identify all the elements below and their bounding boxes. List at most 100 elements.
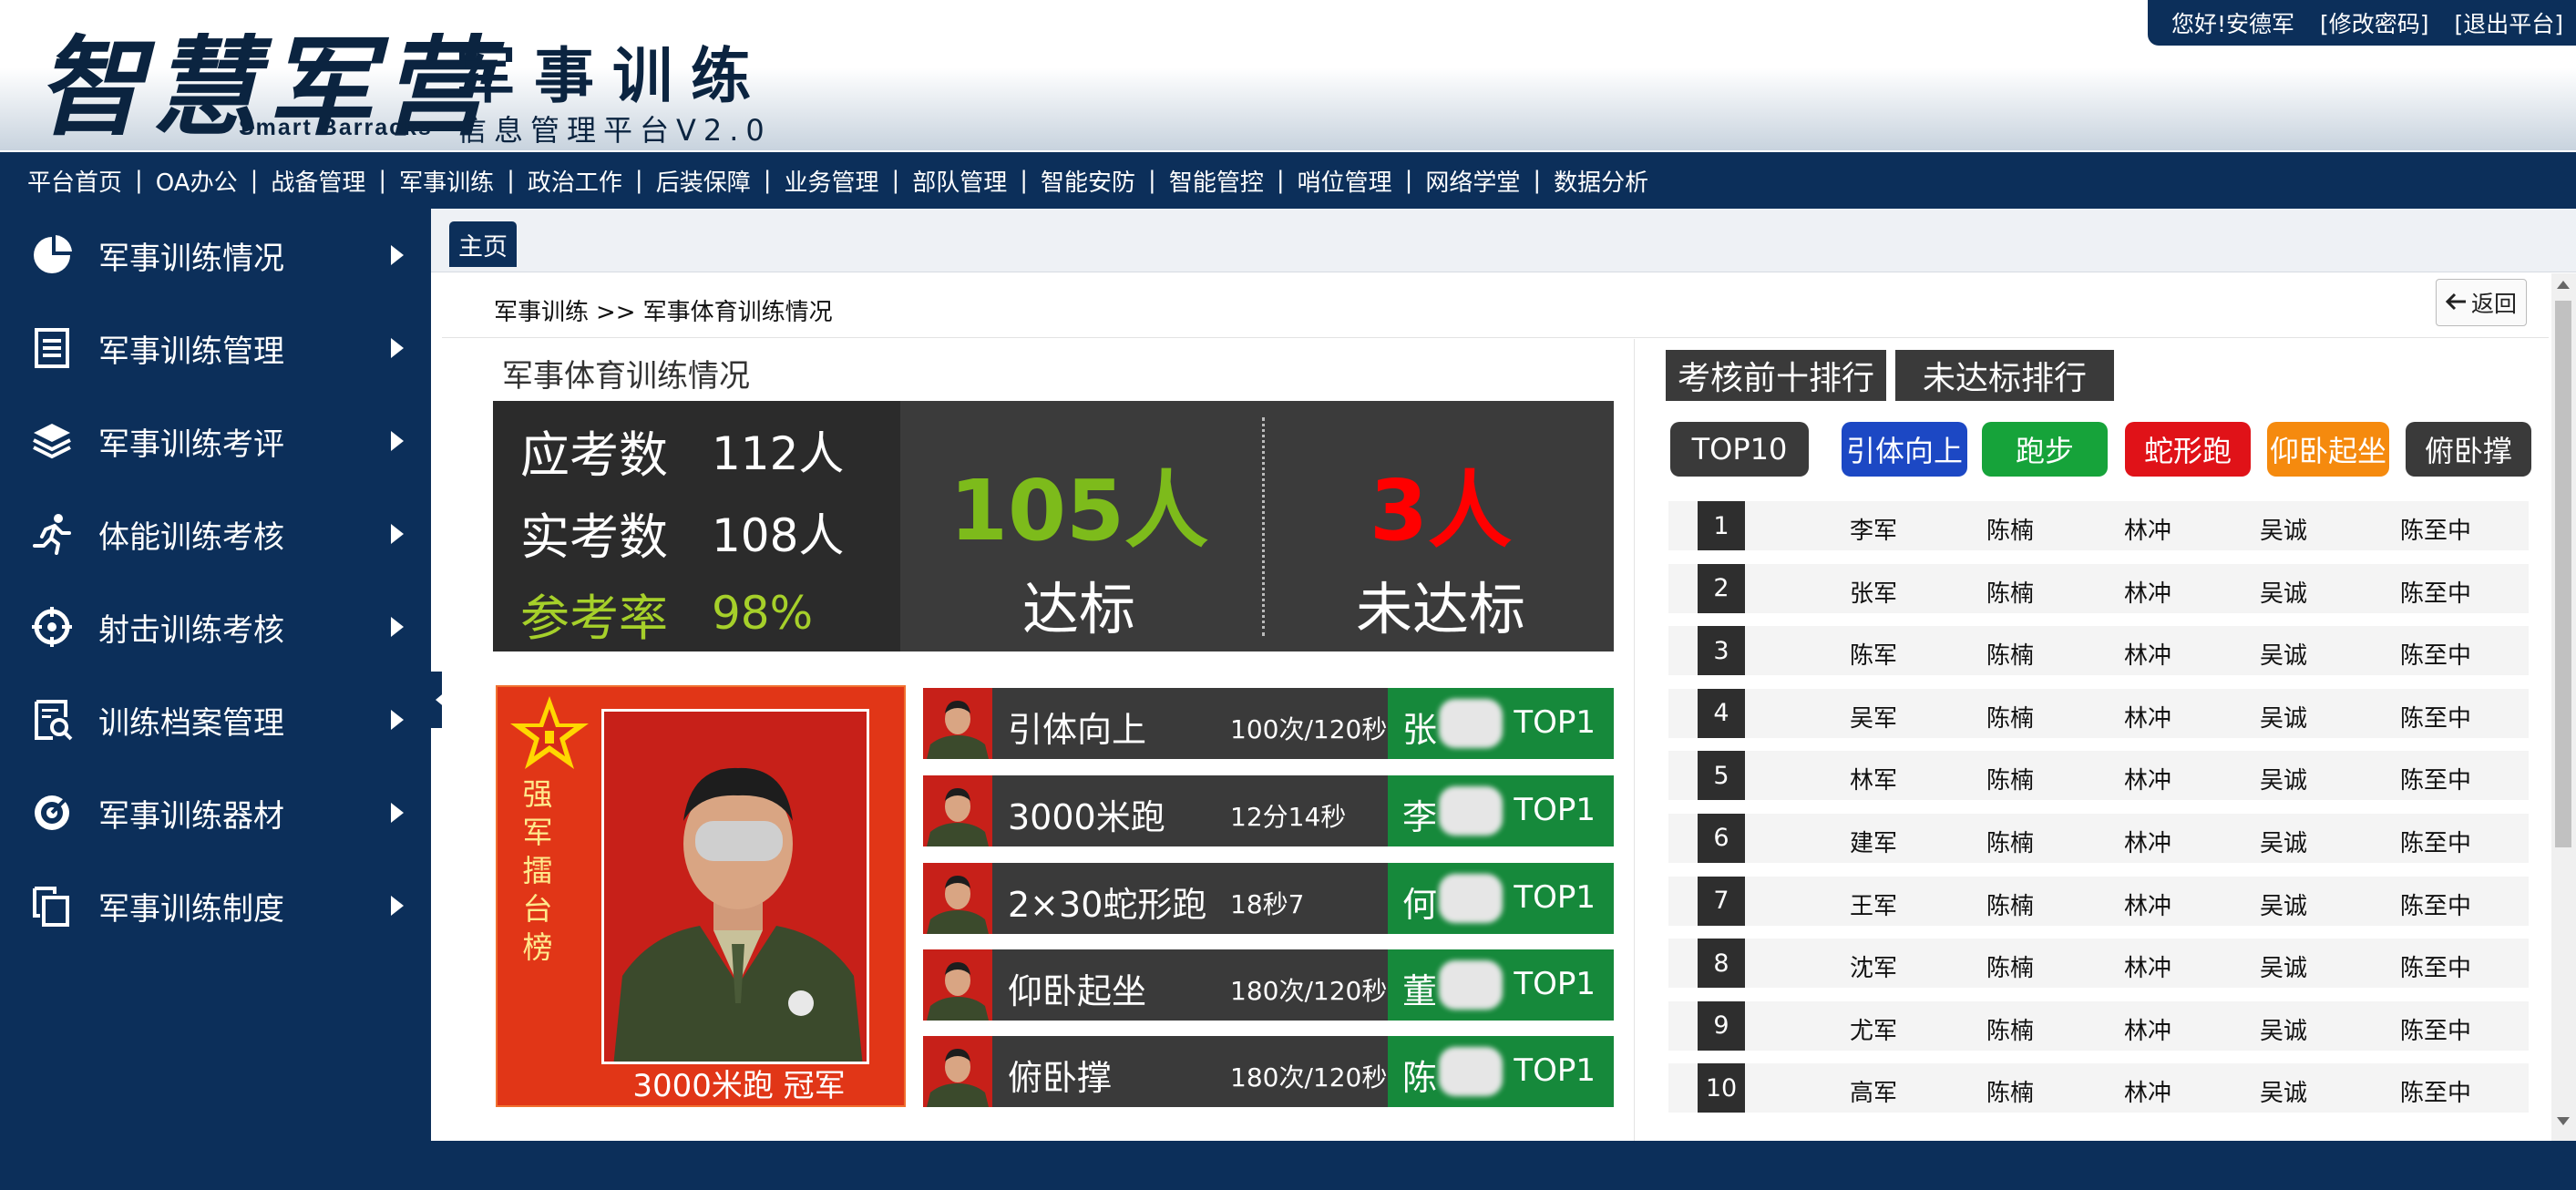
table-row[interactable]: 3 陈军 陈楠 林冲 吴诚 陈至中 [1668, 626, 2529, 676]
sidebar-item-training-evaluation[interactable]: 军事训练考评 [0, 395, 431, 487]
nav-sentry[interactable]: 哨位管理 [1298, 164, 1392, 198]
table-row[interactable]: 2 张军 陈楠 林冲 吴诚 陈至中 [1668, 563, 2529, 613]
table-cell: 吴诚 [2259, 642, 2307, 671]
sidebar-item-training-rules[interactable]: 军事训练制度 [0, 859, 431, 952]
sidebar-item-training-archives[interactable]: 训练档案管理 [0, 673, 431, 766]
filter-pushup-button[interactable]: 俯卧撑 [2406, 422, 2531, 477]
scrollbar-thumb[interactable] [2555, 301, 2571, 847]
nav-readiness[interactable]: 战备管理 [271, 164, 365, 198]
soldier-thumbnail [923, 688, 992, 759]
pass-label: 达标 [1021, 576, 1135, 642]
winner-badge: 张 TOP1 [1388, 688, 1614, 759]
table-row[interactable]: 5 林军 陈楠 林冲 吴诚 陈至中 [1668, 751, 2529, 801]
top-event-row[interactable]: 3000米跑 12分14秒 李 TOP1 [923, 775, 1614, 846]
top-event-row[interactable]: 2×30蛇形跑 18秒7 何 TOP1 [923, 863, 1614, 934]
stat-expected: 应考数 112人 [520, 414, 844, 487]
filter-snake-run-button[interactable]: 蛇形跑 [2125, 422, 2251, 477]
rank-number: 10 [1698, 1063, 1745, 1113]
table-row[interactable]: 6 建军 陈楠 林冲 吴诚 陈至中 [1668, 813, 2529, 863]
divider [1634, 339, 1635, 1141]
event-name: 3000米跑 [1008, 797, 1165, 837]
stats-counts: 应考数 112人 实考数 108人 参考率 98% [493, 401, 900, 651]
main-content: 军事训练 >> 军事体育训练情况 返回 军事体育训练情况 应考数 112人 实考数 … [442, 273, 2549, 1141]
scroll-up-arrow-icon[interactable] [2557, 281, 2570, 289]
user-greeting: 您好!安德军 [2171, 11, 2294, 37]
copy-documents-icon [29, 883, 75, 928]
sidebar-item-label: 军事训练考评 [98, 426, 284, 463]
tab-home[interactable]: 主页 [449, 221, 517, 267]
rank-number: 3 [1698, 626, 1745, 676]
rank-number: 6 [1698, 813, 1745, 863]
table-cell: 陈楠 [1986, 1080, 2034, 1108]
running-person-icon [29, 511, 75, 557]
caret-right-icon [391, 431, 404, 451]
rank-number: 9 [1698, 1000, 1745, 1051]
filter-pullup-button[interactable]: 引体向上 [1842, 422, 1967, 477]
nav-logistics[interactable]: 后装保障 [656, 164, 751, 198]
rank-number: 4 [1698, 688, 1745, 738]
nav-home[interactable]: 平台首页 [27, 164, 122, 198]
logout-link[interactable]: [退出平台] [2454, 6, 2563, 39]
nav-business[interactable]: 业务管理 [784, 164, 878, 198]
ranking-table: 1 李军 陈楠 林冲 吴诚 陈至中 2 张军 陈楠 林冲 吴诚 陈至中 3 陈军… [1668, 501, 2529, 1126]
nav-control[interactable]: 智能管控 [1169, 164, 1264, 198]
caret-right-icon [391, 245, 404, 265]
rank-number: 8 [1698, 939, 1745, 989]
sidebar-item-shooting-assessment[interactable]: 射击训练考核 [0, 580, 431, 673]
table-row[interactable]: 4 吴军 陈楠 林冲 吴诚 陈至中 [1668, 688, 2529, 738]
table-row[interactable]: 7 王军 陈楠 林冲 吴诚 陈至中 [1668, 876, 2529, 926]
stat-actual: 实考数 108人 [520, 496, 844, 569]
table-cell: 陈楠 [1986, 829, 2034, 857]
nav-analytics[interactable]: 数据分析 [1554, 164, 1648, 198]
breadcrumb-parent[interactable]: 军事训练 [494, 299, 589, 326]
table-cell: 吴诚 [2259, 829, 2307, 857]
sidebar-item-training-status[interactable]: 军事训练情况 [0, 209, 431, 302]
change-password-link[interactable]: [修改密码] [2320, 6, 2429, 39]
table-cell: 林冲 [2123, 642, 2171, 671]
winner-rank: TOP1 [1514, 879, 1596, 916]
table-cell: 建军 [1849, 829, 1897, 857]
tab-top10-ranking[interactable]: 考核前十排行 [1666, 350, 1886, 401]
event-score: 180次/120秒 [1230, 1062, 1388, 1093]
nav-separator: | [507, 167, 515, 194]
event-score: 12分14秒 [1230, 802, 1347, 832]
table-row[interactable]: 10 高军 陈楠 林冲 吴诚 陈至中 [1668, 1063, 2529, 1113]
filter-run-button[interactable]: 跑步 [1982, 422, 2108, 477]
nav-separator: | [1276, 167, 1285, 194]
top-event-row[interactable]: 引体向上 100次/120秒 张 TOP1 [923, 688, 1614, 759]
winner-name: 李 [1402, 797, 1438, 837]
scroll-down-arrow-icon[interactable] [2557, 1117, 2570, 1125]
filter-situp-button[interactable]: 仰卧起坐 [2267, 422, 2389, 477]
table-row[interactable]: 8 沈军 陈楠 林冲 吴诚 陈至中 [1668, 939, 2529, 989]
nav-learning[interactable]: 网络学堂 [1425, 164, 1520, 198]
nav-security[interactable]: 智能安防 [1041, 164, 1135, 198]
sidebar-item-label: 射击训练考核 [98, 611, 284, 649]
winner-badge: 陈 TOP1 [1388, 1036, 1614, 1107]
rank-number: 1 [1698, 501, 1745, 550]
nav-separator: | [763, 167, 772, 194]
table-cell: 陈至中 [2399, 1080, 2471, 1108]
sidebar-item-training-equipment[interactable]: 军事训练器材 [0, 766, 431, 859]
table-cell: 李军 [1849, 518, 1897, 545]
top-event-row[interactable]: 仰卧起坐 180次/120秒 董 TOP1 [923, 949, 1614, 1021]
table-row[interactable]: 1 李军 陈楠 林冲 吴诚 陈至中 [1668, 501, 2529, 550]
layers-icon [29, 418, 75, 464]
top-event-row[interactable]: 俯卧撑 180次/120秒 陈 TOP1 [923, 1036, 1614, 1107]
nav-troops[interactable]: 部队管理 [912, 164, 1007, 198]
back-button[interactable]: 返回 [2436, 279, 2527, 326]
table-row[interactable]: 9 尤军 陈楠 林冲 吴诚 陈至中 [1668, 1000, 2529, 1051]
sidebar-item-label: 体能训练考核 [98, 518, 284, 556]
sidebar-item-training-management[interactable]: 军事训练管理 [0, 302, 431, 395]
table-cell: 陈至中 [2399, 580, 2471, 608]
target-icon [29, 790, 75, 836]
nav-oa[interactable]: OA办公 [156, 164, 238, 198]
nav-political[interactable]: 政治工作 [528, 164, 622, 198]
vertical-scrollbar[interactable] [2551, 273, 2576, 1141]
sidebar-item-fitness-assessment[interactable]: 体能训练考核 [0, 487, 431, 580]
tab-fail-ranking[interactable]: 未达标排行 [1895, 350, 2114, 401]
breadcrumb-separator: >> [596, 299, 636, 326]
filter-top10-button[interactable]: TOP10 [1670, 422, 1809, 477]
nav-training[interactable]: 军事训练 [399, 164, 494, 198]
table-cell: 沈军 [1849, 955, 1897, 983]
table-cell: 林冲 [2123, 518, 2171, 545]
